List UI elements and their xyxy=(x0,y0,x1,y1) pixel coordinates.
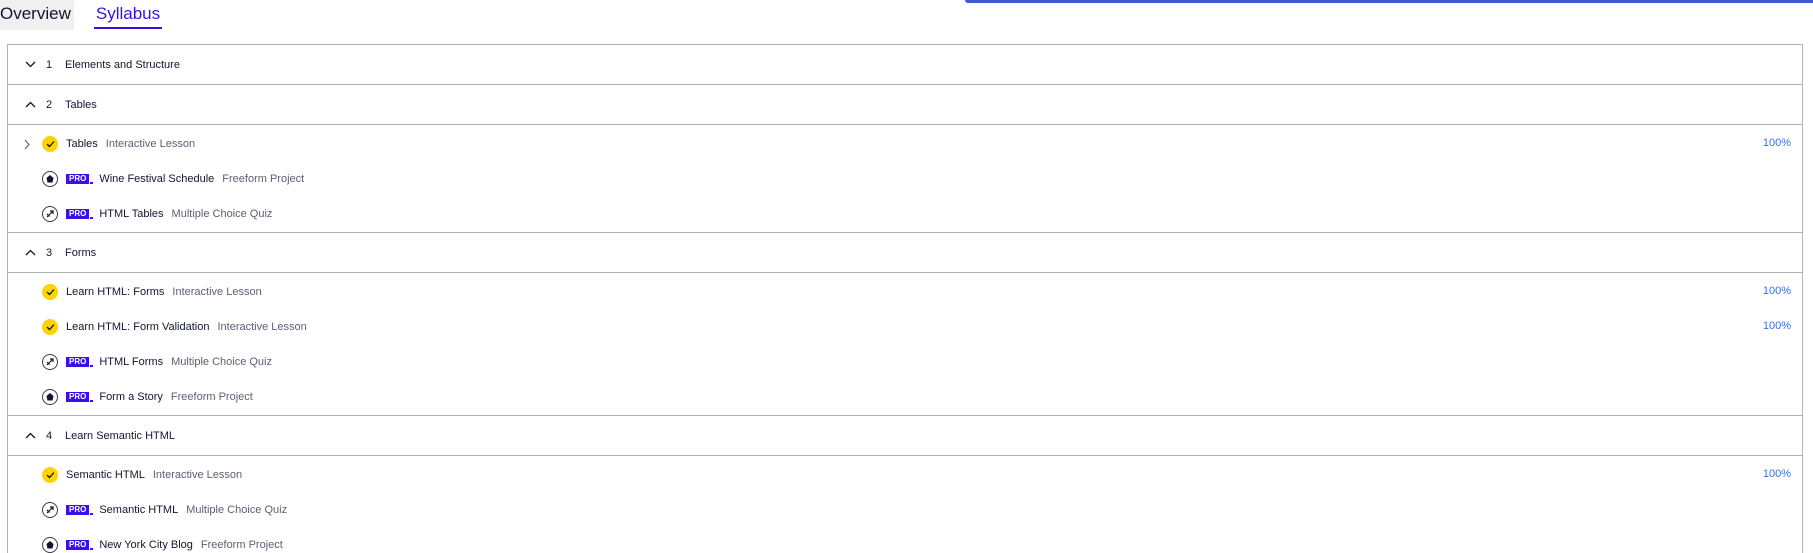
checkmark-icon xyxy=(42,136,58,152)
pro-badge: PRO xyxy=(66,208,94,219)
lesson-type: Interactive Lesson xyxy=(217,320,307,333)
top-progress-line xyxy=(965,0,1813,3)
lesson-type: Freeform Project xyxy=(222,172,305,185)
lesson-title[interactable]: Form a Story xyxy=(99,391,163,403)
lesson-progress[interactable]: 100% xyxy=(1763,274,1791,309)
module-lessons: Tables Interactive Lesson 100% PRO Wine Fest… xyxy=(8,125,1802,233)
lesson-row[interactable]: PRO Semantic HTML Multiple Choice Quiz xyxy=(8,492,1802,527)
lesson-content: PRO Semantic HTML Multiple Choice Quiz xyxy=(66,492,287,527)
tab-overview[interactable]: Overview xyxy=(0,0,74,30)
lesson-title[interactable]: HTML Forms xyxy=(99,356,163,368)
chevron-up-icon[interactable] xyxy=(20,430,40,442)
lesson-title[interactable]: Wine Festival Schedule xyxy=(99,173,214,185)
module-number: 1 xyxy=(46,58,53,71)
project-icon xyxy=(42,389,58,405)
lesson-row[interactable]: Tables Interactive Lesson 100% xyxy=(8,126,1802,161)
lesson-type: Interactive Lesson xyxy=(152,468,243,481)
lesson-title[interactable]: New York City Blog xyxy=(99,539,193,551)
project-icon xyxy=(42,171,58,187)
module-header-3[interactable]: 3 Forms xyxy=(8,233,1802,273)
module-lessons: Learn HTML: Forms Interactive Lesson 100% L… xyxy=(8,273,1802,416)
chevron-right-icon[interactable] xyxy=(21,137,33,151)
chevron-down-icon[interactable] xyxy=(20,59,40,71)
lesson-content: PRO New York City Blog Freeform Project xyxy=(66,527,283,553)
lesson-type: Multiple Choice Quiz xyxy=(186,503,288,516)
module-lessons: Semantic HTML Interactive Lesson 100% PRO Se… xyxy=(8,456,1802,553)
lesson-content: PRO HTML Tables Multiple Choice Quiz xyxy=(66,196,272,231)
lesson-content: Learn HTML: Form Validation Interactive L… xyxy=(66,309,307,344)
chevron-up-icon[interactable] xyxy=(20,99,40,111)
checkmark-icon xyxy=(42,467,58,483)
pro-badge: PRO xyxy=(66,391,94,402)
module-number: 4 xyxy=(46,429,53,442)
pro-badge: PRO xyxy=(66,539,94,550)
pro-badge: PRO xyxy=(66,504,94,515)
lesson-content: PRO Wine Festival Schedule Freeform Projec… xyxy=(66,161,304,196)
lesson-row[interactable]: PRO Form a Story Freeform Project xyxy=(8,379,1802,414)
lesson-title[interactable]: Semantic HTML xyxy=(66,469,145,481)
chevron-up-icon[interactable] xyxy=(20,247,40,259)
module-header-4[interactable]: 4 Learn Semantic HTML xyxy=(8,416,1802,456)
module-title: Learn Semantic HTML xyxy=(65,429,176,442)
syllabus-list: 1 Elements and Structure 2 Tables Tables Inte… xyxy=(7,44,1803,553)
lesson-content: PRO Form a Story Freeform Project xyxy=(66,379,253,414)
lesson-content: Semantic HTML Interactive Lesson xyxy=(66,457,242,492)
module-title: Elements and Structure xyxy=(65,58,180,71)
lesson-content: Tables Interactive Lesson xyxy=(66,126,195,161)
lesson-title[interactable]: Learn HTML: Forms xyxy=(66,286,164,298)
project-icon xyxy=(42,537,58,553)
lesson-type: Freeform Project xyxy=(170,390,253,403)
module-header-2[interactable]: 2 Tables xyxy=(8,85,1802,125)
lesson-content: Learn HTML: Forms Interactive Lesson xyxy=(66,274,262,309)
lesson-row[interactable]: Learn HTML: Form Validation Interactive L… xyxy=(8,309,1802,344)
lesson-row[interactable]: PRO HTML Forms Multiple Choice Quiz xyxy=(8,344,1802,379)
lesson-title[interactable]: Learn HTML: Form Validation xyxy=(66,321,209,333)
lesson-title[interactable]: HTML Tables xyxy=(99,208,163,220)
lesson-row[interactable]: Semantic HTML Interactive Lesson 100% xyxy=(8,457,1802,492)
tab-syllabus[interactable]: Syllabus xyxy=(93,0,163,30)
quiz-icon xyxy=(42,354,58,370)
lesson-row[interactable]: PRO Wine Festival Schedule Freeform Projec… xyxy=(8,161,1802,196)
checkmark-icon xyxy=(42,284,58,300)
lesson-type: Interactive Lesson xyxy=(172,285,262,298)
lesson-type: Multiple Choice Quiz xyxy=(171,207,273,220)
module-title: Tables xyxy=(65,98,97,111)
module-number: 2 xyxy=(46,98,53,111)
lesson-type: Freeform Project xyxy=(200,538,283,551)
lesson-progress[interactable]: 100% xyxy=(1763,126,1791,161)
lesson-progress[interactable]: 100% xyxy=(1763,309,1791,344)
quiz-icon xyxy=(42,206,58,222)
module-title: Forms xyxy=(65,246,97,259)
pro-badge: PRO xyxy=(66,356,94,367)
lesson-title[interactable]: Semantic HTML xyxy=(99,504,178,516)
pro-badge: PRO xyxy=(66,173,94,184)
module-number: 3 xyxy=(46,246,53,259)
quiz-icon xyxy=(42,502,58,518)
lesson-row[interactable]: PRO HTML Tables Multiple Choice Quiz xyxy=(8,196,1802,231)
tab-bar: Overview Syllabus xyxy=(0,0,163,30)
lesson-progress[interactable]: 100% xyxy=(1763,457,1791,492)
lesson-type: Interactive Lesson xyxy=(105,137,196,150)
lesson-title[interactable]: Tables xyxy=(66,138,98,150)
lesson-content: PRO HTML Forms Multiple Choice Quiz xyxy=(66,344,272,379)
module-header-1[interactable]: 1 Elements and Structure xyxy=(8,45,1802,85)
lesson-type: Multiple Choice Quiz xyxy=(171,355,272,368)
lesson-row[interactable]: Learn HTML: Forms Interactive Lesson 100% xyxy=(8,274,1802,309)
checkmark-icon xyxy=(42,319,58,335)
lesson-row[interactable]: PRO New York City Blog Freeform Project xyxy=(8,527,1802,553)
